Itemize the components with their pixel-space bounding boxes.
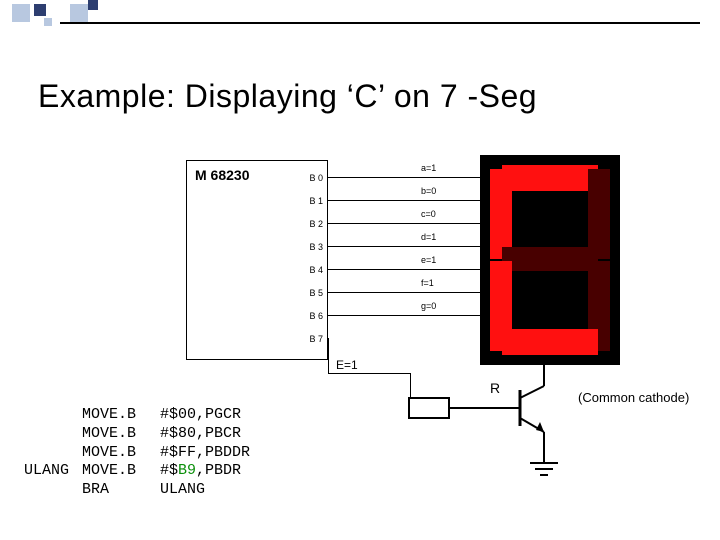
pin-b2: B 2 <box>309 219 323 229</box>
code-op-0: MOVE.B <box>82 406 160 425</box>
common-cathode-label: (Common cathode) <box>578 390 689 405</box>
signal-c: c=0 <box>421 209 436 219</box>
wire-emitter <box>543 432 545 462</box>
pin-b0: B 0 <box>309 173 323 183</box>
segment-b <box>588 169 610 259</box>
code-args-1: #$80,PBCR <box>160 425 241 442</box>
signal-a: a=1 <box>421 163 436 173</box>
code-label-3: ULANG <box>24 462 82 481</box>
signal-e: e=1 <box>421 255 436 265</box>
code-op-1: MOVE.B <box>82 425 160 444</box>
signal-f: f=1 <box>421 278 434 288</box>
pin-b5: B 5 <box>309 288 323 298</box>
seven-segment-display <box>480 155 620 365</box>
signal-b: b=0 <box>421 186 436 196</box>
pin-b3: B 3 <box>309 242 323 252</box>
segment-g <box>502 247 598 271</box>
code-args-3a: #$ <box>160 462 178 479</box>
code-op-3: MOVE.B <box>82 462 160 481</box>
wire-collector <box>543 365 545 385</box>
code-args-3g: B9 <box>178 462 196 479</box>
signal-d: d=1 <box>421 232 436 242</box>
transistor-icon <box>498 382 568 442</box>
assembly-code: MOVE.B#$00,PGCR MOVE.B#$80,PBCR MOVE.B#$… <box>24 406 250 500</box>
wire-enable-v1 <box>328 338 329 373</box>
segment-a <box>502 165 598 191</box>
chip-label: M 68230 <box>195 167 249 183</box>
code-op-4: BRA <box>82 481 160 500</box>
header-decoration <box>0 0 720 32</box>
pin-b1: B 1 <box>309 196 323 206</box>
segment-f <box>490 169 512 259</box>
pin-b4: B 4 <box>309 265 323 275</box>
code-op-2: MOVE.B <box>82 444 160 463</box>
pin-b7: B 7 <box>309 334 323 344</box>
code-args-4: ULANG <box>160 481 205 498</box>
code-args-0: #$00,PGCR <box>160 406 241 423</box>
wire-to-resistor <box>410 373 411 397</box>
code-args-2: #$FF,PBDDR <box>160 444 250 461</box>
signal-g: g=0 <box>421 301 436 311</box>
enable-label: E=1 <box>336 358 358 372</box>
chip-m68230: M 68230 B 0 B 1 B 2 B 3 B 4 B 5 B 6 B 7 <box>186 160 328 360</box>
pin-b6: B 6 <box>309 311 323 321</box>
resistor <box>408 397 450 419</box>
code-args-3b: ,PBDR <box>196 462 241 479</box>
slide-title: Example: Displaying ‘C’ on 7 -Seg <box>38 78 537 115</box>
segment-d <box>502 329 598 355</box>
wire-enable-h <box>328 373 410 374</box>
wire-resistor-out <box>450 407 500 409</box>
